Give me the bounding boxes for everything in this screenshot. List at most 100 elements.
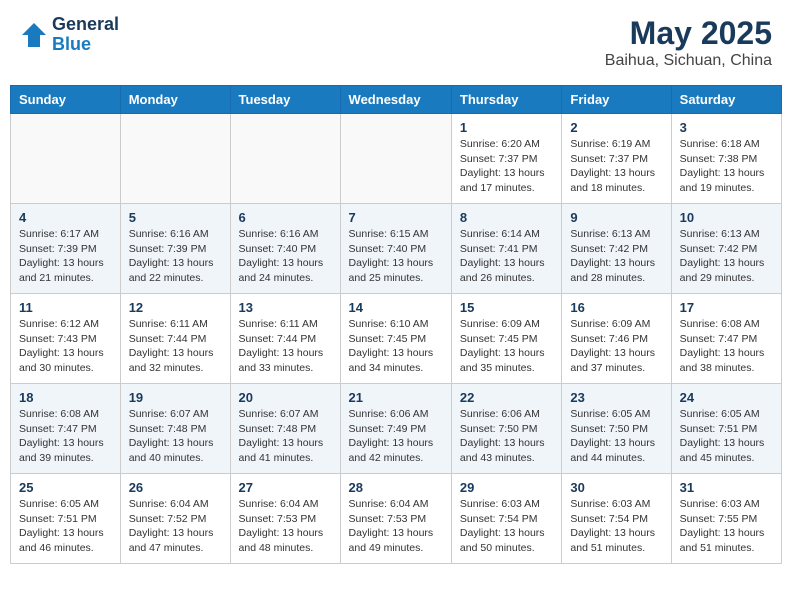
day-info: Sunrise: 6:06 AMSunset: 7:49 PMDaylight:…: [349, 407, 443, 466]
day-info: Sunrise: 6:04 AMSunset: 7:53 PMDaylight:…: [239, 497, 332, 556]
daylight-text: Daylight: 13 hours and 40 minutes.: [129, 437, 214, 464]
empty-cell: [230, 114, 340, 204]
sunset-text: Sunset: 7:40 PM: [239, 243, 317, 255]
sunset-text: Sunset: 7:48 PM: [129, 423, 207, 435]
sunrise-text: Sunrise: 6:20 AM: [460, 138, 540, 150]
empty-cell: [120, 114, 230, 204]
day-cell-25: 25Sunrise: 6:05 AMSunset: 7:51 PMDayligh…: [11, 474, 121, 564]
day-cell-13: 13Sunrise: 6:11 AMSunset: 7:44 PMDayligh…: [230, 294, 340, 384]
week-row-1: 1Sunrise: 6:20 AMSunset: 7:37 PMDaylight…: [11, 114, 782, 204]
day-number: 7: [349, 210, 443, 225]
weekday-header-friday: Friday: [562, 86, 671, 114]
day-cell-29: 29Sunrise: 6:03 AMSunset: 7:54 PMDayligh…: [451, 474, 561, 564]
day-number: 8: [460, 210, 553, 225]
daylight-text: Daylight: 13 hours and 28 minutes.: [570, 257, 655, 284]
day-cell-10: 10 Sunrise: 6:13 AMSunset: 7:42 PMDayligh…: [671, 204, 781, 294]
main-title: May 2025: [605, 15, 772, 52]
day-number: 31: [680, 480, 773, 495]
day-number: 30: [570, 480, 662, 495]
day-number: 10: [680, 210, 773, 225]
sunset-text: Sunset: 7:47 PM: [680, 333, 758, 345]
sunset-text: Sunset: 7:42 PM: [680, 243, 758, 255]
day-info: Sunrise: 6:05 AMSunset: 7:51 PMDaylight:…: [19, 497, 112, 556]
day-number: 15: [460, 300, 553, 315]
day-cell-19: 19Sunrise: 6:07 AMSunset: 7:48 PMDayligh…: [120, 384, 230, 474]
day-cell-20: 20 Sunrise: 6:07 AMSunset: 7:48 PMDayligh…: [230, 384, 340, 474]
daylight-text: Daylight: 13 hours and 44 minutes.: [570, 437, 655, 464]
daylight-text: Daylight: 13 hours and 42 minutes.: [349, 437, 434, 464]
sunrise-text: Sunrise: 6:12 AM: [19, 318, 99, 330]
weekday-header-tuesday: Tuesday: [230, 86, 340, 114]
day-number: 3: [680, 120, 773, 135]
day-number: 13: [239, 300, 332, 315]
sunrise-text: Sunrise: 6:05 AM: [19, 498, 99, 510]
day-number: 22: [460, 390, 553, 405]
daylight-text: Daylight: 13 hours and 35 minutes.: [460, 347, 545, 374]
day-number: 17: [680, 300, 773, 315]
day-info: Sunrise: 6:06 AMSunset: 7:50 PMDaylight:…: [460, 407, 553, 466]
day-cell-3: 3Sunrise: 6:18 AMSunset: 7:38 PMDaylight…: [671, 114, 781, 204]
sunset-text: Sunset: 7:39 PM: [19, 243, 97, 255]
day-number: 20: [239, 390, 332, 405]
day-info: Sunrise: 6:16 AMSunset: 7:40 PMDaylight:…: [239, 227, 332, 286]
day-number: 23: [570, 390, 662, 405]
day-number: 21: [349, 390, 443, 405]
weekday-header-thursday: Thursday: [451, 86, 561, 114]
sunset-text: Sunset: 7:37 PM: [460, 153, 538, 165]
sunset-text: Sunset: 7:37 PM: [570, 153, 648, 165]
sunrise-text: Sunrise: 6:05 AM: [570, 408, 650, 420]
day-info: Sunrise: 6:10 AMSunset: 7:45 PMDaylight:…: [349, 317, 443, 376]
week-row-2: 4Sunrise: 6:17 AMSunset: 7:39 PMDaylight…: [11, 204, 782, 294]
day-cell-5: 5Sunrise: 6:16 AMSunset: 7:39 PMDaylight…: [120, 204, 230, 294]
day-number: 2: [570, 120, 662, 135]
sunset-text: Sunset: 7:38 PM: [680, 153, 758, 165]
day-cell-1: 1Sunrise: 6:20 AMSunset: 7:37 PMDaylight…: [451, 114, 561, 204]
day-info: Sunrise: 6:05 AMSunset: 7:50 PMDaylight:…: [570, 407, 662, 466]
day-number: 26: [129, 480, 222, 495]
sunset-text: Sunset: 7:51 PM: [19, 513, 97, 525]
day-number: 5: [129, 210, 222, 225]
sunrise-text: Sunrise: 6:06 AM: [460, 408, 540, 420]
logo-text: General Blue: [52, 15, 119, 55]
day-number: 25: [19, 480, 112, 495]
sunrise-text: Sunrise: 6:16 AM: [239, 228, 319, 240]
day-cell-27: 27Sunrise: 6:04 AMSunset: 7:53 PMDayligh…: [230, 474, 340, 564]
day-cell-6: 6Sunrise: 6:16 AMSunset: 7:40 PMDaylight…: [230, 204, 340, 294]
sunset-text: Sunset: 7:46 PM: [570, 333, 648, 345]
weekday-header-wednesday: Wednesday: [340, 86, 451, 114]
empty-cell: [11, 114, 121, 204]
sunset-text: Sunset: 7:55 PM: [680, 513, 758, 525]
sunrise-text: Sunrise: 6:03 AM: [570, 498, 650, 510]
empty-cell: [340, 114, 451, 204]
day-cell-21: 21 Sunrise: 6:06 AMSunset: 7:49 PMDayligh…: [340, 384, 451, 474]
daylight-text: Daylight: 13 hours and 50 minutes.: [460, 527, 545, 554]
day-info: Sunrise: 6:09 AMSunset: 7:46 PMDaylight:…: [570, 317, 662, 376]
day-info: Sunrise: 6:08 AMSunset: 7:47 PMDaylight:…: [19, 407, 112, 466]
sunrise-text: Sunrise: 6:16 AM: [129, 228, 209, 240]
logo-icon: [20, 21, 48, 49]
sunset-text: Sunset: 7:48 PM: [239, 423, 317, 435]
day-info: Sunrise: 6:13 AMSunset: 7:42 PMDaylight:…: [680, 227, 773, 286]
day-number: 29: [460, 480, 553, 495]
day-cell-30: 30 Sunrise: 6:03 AMSunset: 7:54 PMDayligh…: [562, 474, 671, 564]
week-row-5: 25 Sunrise: 6:05 AM Sunset: 7:51 PM Dayligh…: [11, 474, 782, 564]
daylight-text: Daylight: 13 hours and 34 minutes.: [349, 347, 434, 374]
day-info: Sunrise: 6:07 AMSunset: 7:48 PMDaylight:…: [239, 407, 332, 466]
daylight-text: Daylight: 13 hours and 29 minutes.: [680, 257, 765, 284]
day-cell-31: 31Sunrise: 6:03 AMSunset: 7:55 PMDayligh…: [671, 474, 781, 564]
sunrise-text: Sunrise: 6:10 AM: [349, 318, 429, 330]
day-info: Sunrise: 6:11 AMSunset: 7:44 PMDaylight:…: [129, 317, 222, 376]
day-cell-28: 28Sunrise: 6:04 AMSunset: 7:53 PMDayligh…: [340, 474, 451, 564]
subtitle: Baihua, Sichuan, China: [605, 52, 772, 70]
sunset-text: Sunset: 7:52 PM: [129, 513, 207, 525]
day-cell-8: 8Sunrise: 6:14 AMSunset: 7:41 PMDaylight…: [451, 204, 561, 294]
day-cell-2: 2Sunrise: 6:19 AMSunset: 7:37 PMDaylight…: [562, 114, 671, 204]
sunrise-text: Sunrise: 6:04 AM: [239, 498, 319, 510]
logo: General Blue: [20, 15, 119, 55]
day-cell-17: 17Sunrise: 6:08 AMSunset: 7:47 PMDayligh…: [671, 294, 781, 384]
day-info: Sunrise: 6:13 AMSunset: 7:42 PMDaylight:…: [570, 227, 662, 286]
day-info: Sunrise: 6:03 AMSunset: 7:54 PMDaylight:…: [570, 497, 662, 556]
week-row-4: 18Sunrise: 6:08 AMSunset: 7:47 PMDayligh…: [11, 384, 782, 474]
day-number: 4: [19, 210, 112, 225]
day-number: 12: [129, 300, 222, 315]
